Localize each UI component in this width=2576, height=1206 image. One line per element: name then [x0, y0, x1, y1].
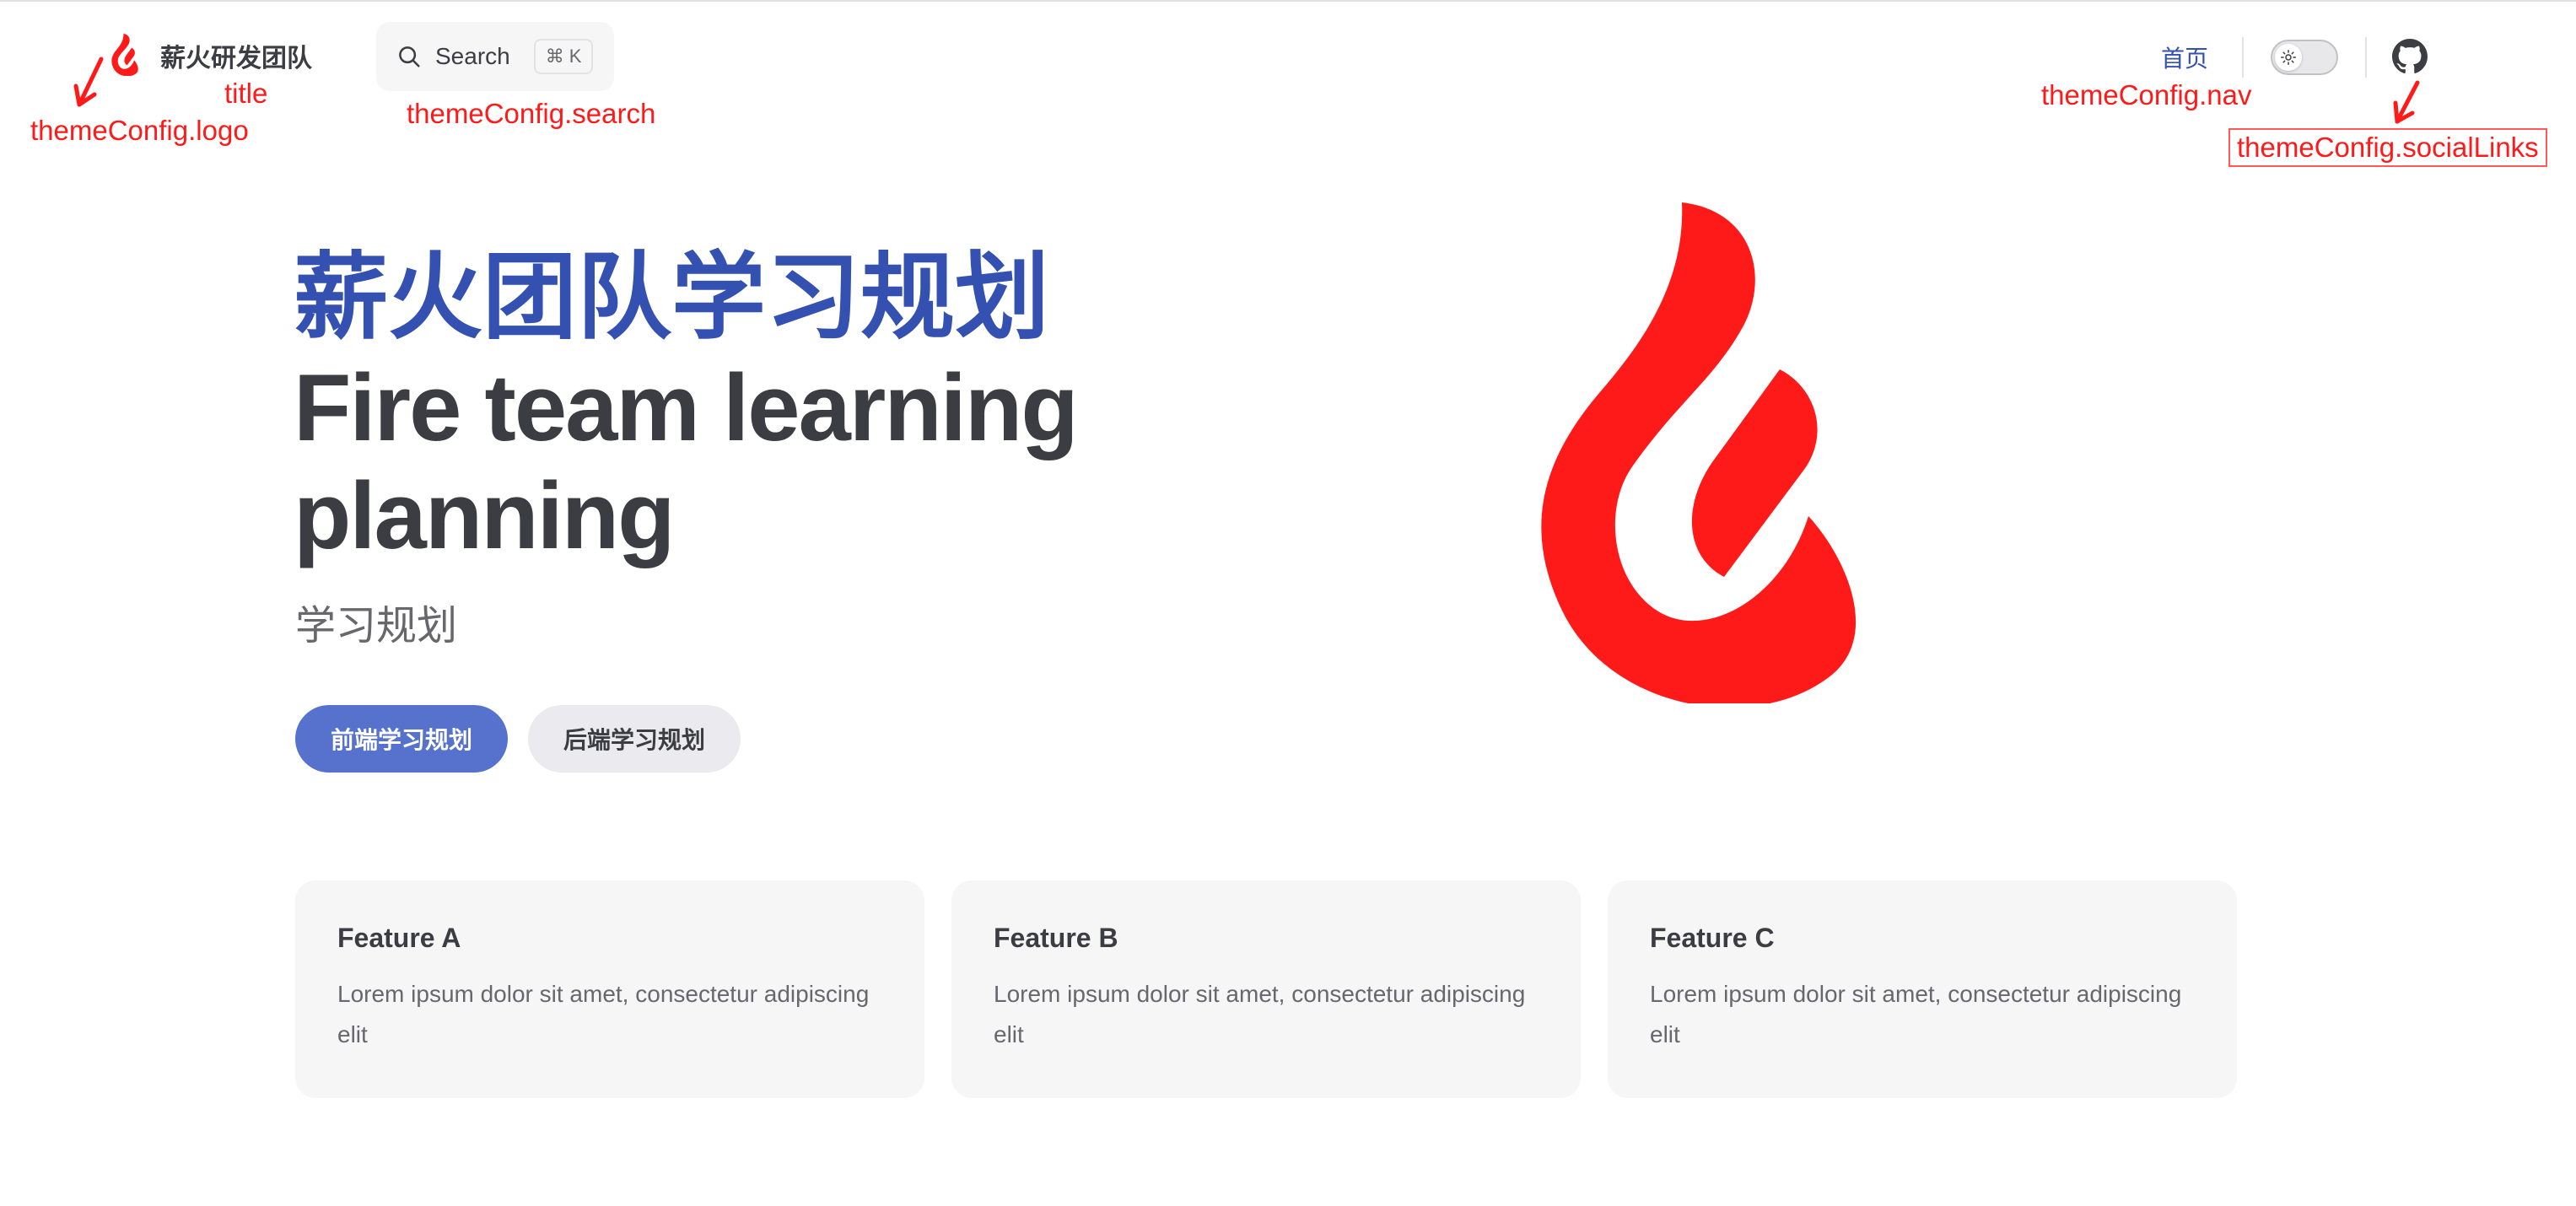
hero-actions: 前端学习规划 后端学习规划	[295, 705, 741, 773]
site-logo-icon[interactable]	[110, 34, 142, 76]
search-label: Search	[435, 43, 510, 69]
annotation-search: themeConfig.search	[407, 98, 656, 129]
feature-details: Lorem ipsum dolor sit amet, consectetur …	[337, 981, 870, 1047]
feature-card: Feature A Lorem ipsum dolor sit amet, co…	[295, 880, 924, 1098]
nav-divider	[2365, 37, 2367, 78]
hero-tagline: 学习规划	[295, 604, 458, 649]
github-icon[interactable]	[2392, 39, 2428, 74]
feature-card: Feature B Lorem ipsum dolor sit amet, co…	[951, 880, 1581, 1098]
backend-plan-button[interactable]: 后端学习规划	[528, 705, 741, 773]
annotation-social: themeConfig.socialLinks	[2228, 128, 2547, 167]
feature-details: Lorem ipsum dolor sit amet, consectetur …	[1650, 981, 2182, 1047]
features-section: Feature A Lorem ipsum dolor sit amet, co…	[295, 880, 2237, 1098]
annotation-arrow-icon	[73, 57, 104, 107]
feature-title: Feature B	[994, 923, 1118, 953]
sun-icon	[2281, 50, 2296, 65]
hero-text: Fire team learning planning	[294, 355, 1079, 568]
annotation-logo: themeConfig.logo	[30, 115, 249, 146]
nav-divider	[2242, 37, 2244, 78]
page: 薪火研发团队 Search ⌘ K 首页 themeConfig.logo ti…	[0, 0, 2576, 1206]
feature-title: Feature A	[337, 923, 461, 953]
annotation-nav: themeConfig.nav	[2041, 79, 2252, 110]
toggle-knob	[2275, 44, 2302, 71]
k-key: K	[569, 46, 582, 67]
feature-title: Feature C	[1650, 923, 1775, 953]
search-icon	[399, 46, 420, 67]
site-title[interactable]: 薪火研发团队	[160, 37, 312, 74]
annotation-title: title	[224, 78, 268, 109]
frontend-plan-button[interactable]: 前端学习规划	[295, 705, 509, 773]
search-shortcut-badge: ⌘ K	[533, 39, 594, 74]
hero-logo-icon	[1533, 202, 1883, 703]
command-key: ⌘	[545, 46, 564, 67]
hero-name: 薪火团队学习规划	[294, 245, 1049, 350]
feature-card: Feature C Lorem ipsum dolor sit amet, co…	[1608, 880, 2237, 1098]
appearance-toggle[interactable]	[2271, 40, 2338, 75]
annotation-arrow-icon	[2393, 80, 2420, 124]
feature-details: Lorem ipsum dolor sit amet, consectetur …	[994, 981, 1526, 1047]
nav-link-home[interactable]: 首页	[2161, 40, 2208, 74]
search-button[interactable]: Search ⌘ K	[376, 22, 614, 91]
